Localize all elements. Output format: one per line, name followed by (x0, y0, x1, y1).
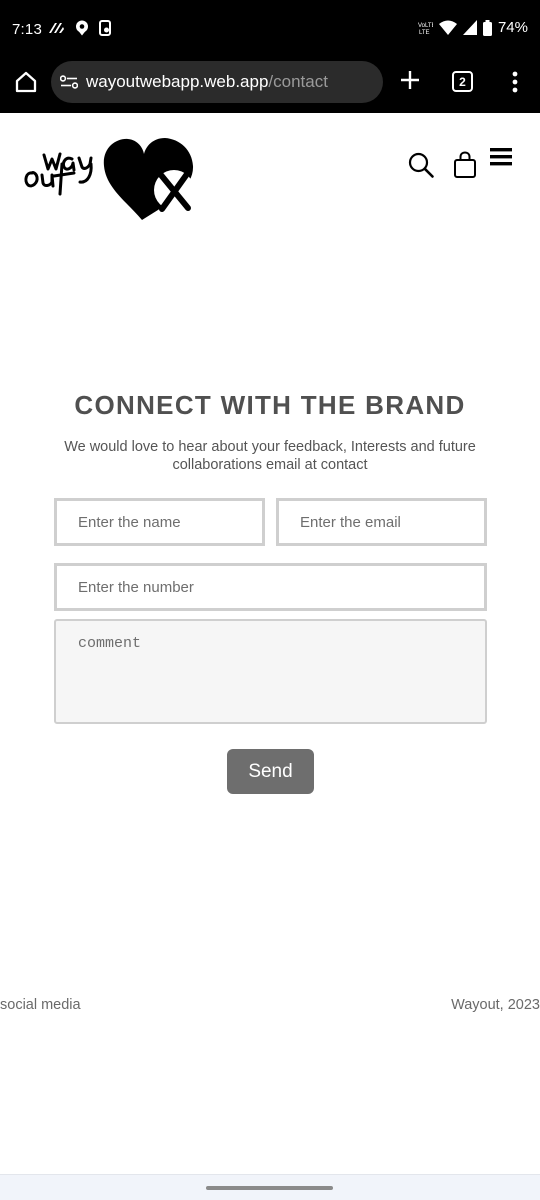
comment-textarea[interactable] (54, 619, 487, 724)
gesture-navigation-area (0, 1174, 540, 1200)
tab-switcher-button[interactable]: 2 (452, 71, 473, 92)
name-input[interactable] (54, 498, 265, 546)
site-header (0, 113, 540, 233)
footer-social-media[interactable]: social media (0, 997, 81, 1013)
contact-description: We would love to hear about your feedbac… (64, 439, 476, 473)
svg-text:LTE: LTE (419, 30, 430, 35)
footer-copyright: Wayout, 2023 (451, 997, 540, 1013)
home-icon[interactable] (14, 70, 38, 94)
app-notification-icon (49, 23, 64, 33)
volte-icon: VoLTELTE (418, 23, 433, 35)
contact-title: CONNECT WITH THE BRAND (74, 390, 466, 420)
svg-text:VoLTE: VoLTE (418, 23, 433, 29)
wifi-icon (438, 20, 457, 35)
screen: 7:13 VoLTELTE 74% wayoutwebapp.web.app/c… (0, 0, 540, 1200)
signal-icon (462, 20, 477, 35)
logo-script-text (24, 152, 93, 196)
site-settings-icon[interactable] (60, 75, 78, 89)
device-sync-icon (99, 20, 111, 36)
logo-x-mark (154, 170, 194, 212)
new-tab-icon[interactable] (399, 69, 421, 91)
browser-toolbar: wayoutwebapp.web.app/contact 2 (0, 60, 540, 113)
url-path: /contact (268, 72, 328, 91)
more-options-icon[interactable] (505, 70, 525, 94)
search-icon[interactable] (407, 151, 435, 179)
number-input[interactable] (54, 563, 487, 611)
shopping-bag-icon[interactable] (453, 151, 477, 179)
gesture-handle[interactable] (206, 1186, 333, 1190)
status-time: 7:13 (12, 21, 42, 38)
hamburger-menu-icon[interactable] (490, 148, 512, 166)
status-notification-icons (47, 20, 112, 36)
wayout-logo[interactable] (22, 136, 200, 220)
address-bar[interactable]: wayoutwebapp.web.app/contact (51, 61, 383, 103)
url-text[interactable]: wayoutwebapp.web.app/contact (86, 72, 328, 92)
status-bar: 7:13 VoLTELTE 74% (0, 0, 540, 60)
battery-icon (482, 19, 492, 36)
location-pin-icon (76, 20, 88, 36)
url-domain: wayoutwebapp.web.app (86, 72, 269, 91)
send-button[interactable]: Send (227, 749, 314, 794)
battery-percent: 74% (497, 19, 528, 36)
status-system-icons: VoLTELTE 74% (417, 19, 528, 36)
email-input[interactable] (276, 498, 487, 546)
